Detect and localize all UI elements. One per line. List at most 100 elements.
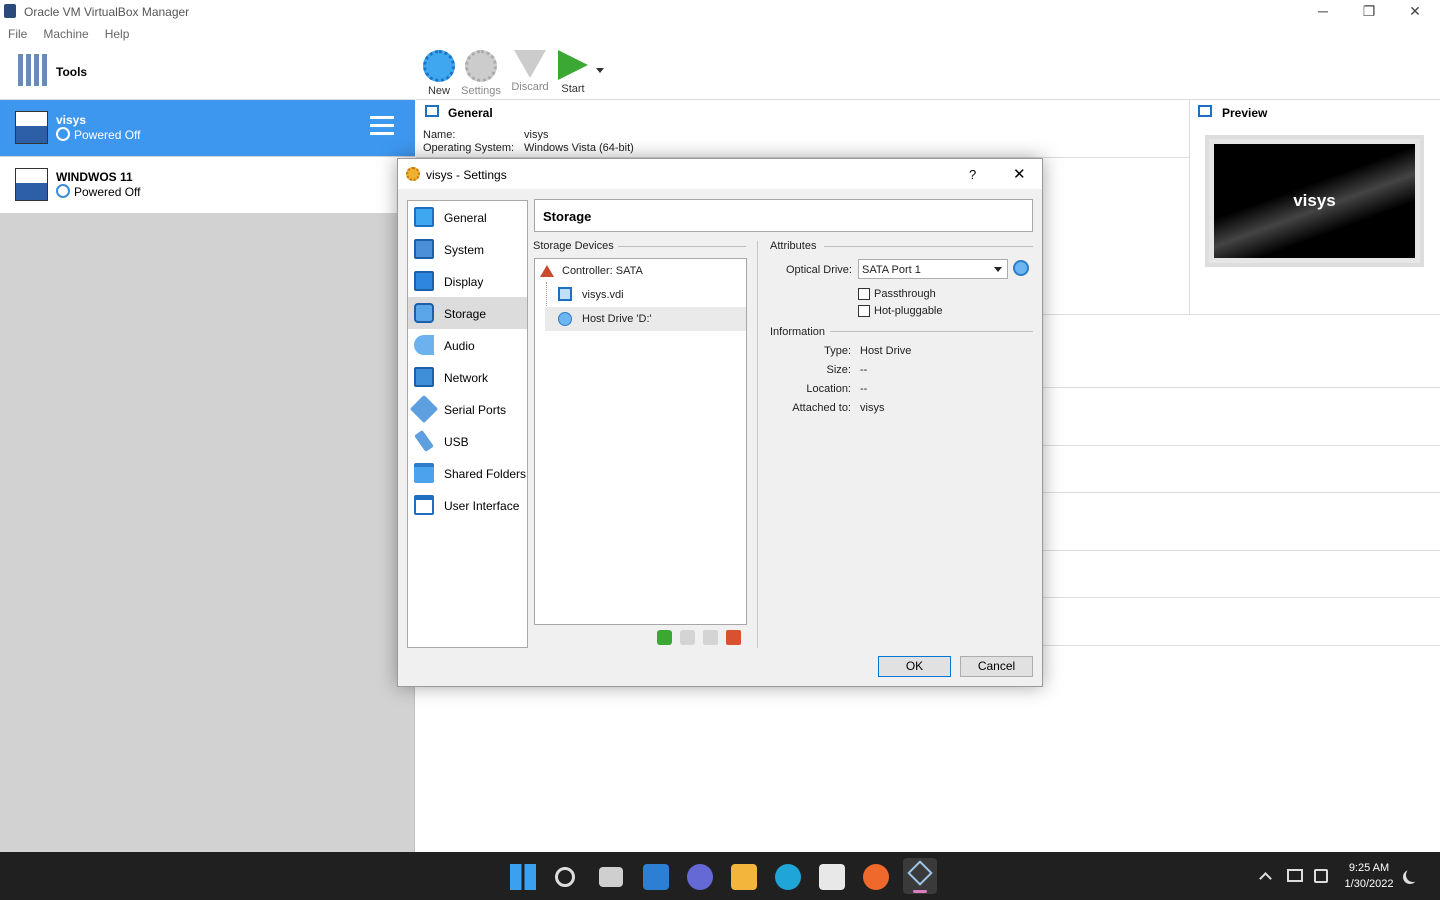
window-titlebar: Oracle VM VirtualBox Manager ─ ❐ ✕	[0, 0, 1440, 24]
settings-nav-list: General System Display Storage Audio Net…	[407, 200, 528, 648]
type-value: Host Drive	[860, 345, 912, 357]
nav-network[interactable]: Network	[408, 361, 527, 393]
vista-os-icon: 64 vista	[15, 111, 48, 144]
settings-gear-icon	[406, 167, 420, 181]
passthrough-label: Passthrough	[874, 288, 936, 300]
menu-file[interactable]: File	[0, 24, 35, 41]
cancel-button[interactable]: Cancel	[960, 656, 1033, 677]
general-icon	[414, 207, 434, 227]
edge-browser-icon[interactable]	[775, 864, 801, 890]
powered-off-icon	[56, 184, 70, 198]
general-section-title: General	[448, 106, 493, 120]
divider	[1043, 445, 1440, 446]
menu-bar: File Machine Help	[0, 24, 1440, 44]
vm-item-visys[interactable]: 64 vista visys Powered Off	[0, 100, 415, 156]
ok-button[interactable]: OK	[878, 656, 951, 677]
store-icon[interactable]	[819, 864, 845, 890]
vm-menu-icon[interactable]	[370, 116, 394, 138]
windows11-os-icon: 64 11	[15, 168, 48, 201]
menu-help[interactable]: Help	[97, 24, 138, 41]
usb-icon	[414, 429, 434, 453]
preview-section-title: Preview	[1222, 106, 1268, 120]
nav-general[interactable]: General	[408, 201, 527, 233]
window-title: Oracle VM VirtualBox Manager	[24, 5, 190, 19]
windows-start-icon[interactable]	[510, 864, 536, 890]
storage-tree: Controller: SATA visys.vdi Host Drive 'D…	[534, 258, 747, 625]
nav-system[interactable]: System	[408, 233, 527, 265]
virtualbox-taskbar-icon[interactable]	[903, 858, 937, 894]
tools-item[interactable]: Tools	[0, 44, 415, 100]
close-button[interactable]: ✕	[1392, 0, 1438, 24]
chat-icon[interactable]	[687, 864, 713, 890]
nav-audio[interactable]: Audio	[408, 329, 527, 361]
preview-section-icon	[1198, 105, 1212, 117]
powered-off-icon	[56, 127, 70, 141]
discard-button[interactable]: Discard	[507, 46, 553, 100]
discard-arrow-icon	[514, 50, 546, 78]
widgets-icon[interactable]	[643, 864, 669, 890]
dialog-close-button[interactable]: ✕	[1013, 165, 1026, 183]
remove-attachment-icon[interactable]	[703, 630, 718, 645]
divider	[1043, 387, 1440, 388]
new-button[interactable]: New	[416, 46, 462, 100]
nav-serial-ports[interactable]: Serial Ports	[408, 393, 527, 425]
storage-disk-icon	[414, 303, 434, 323]
start-dropdown-icon[interactable]	[596, 68, 604, 73]
divider	[1043, 597, 1440, 598]
vm-item-windows11[interactable]: 64 11 WINDWOS 11 Powered Off	[0, 157, 415, 213]
search-icon[interactable]	[555, 867, 575, 887]
settings-button[interactable]: Settings	[458, 46, 504, 100]
network-status-icon[interactable]	[1287, 869, 1303, 882]
nav-usb[interactable]: USB	[408, 425, 527, 457]
settings-dialog: visys - Settings ? ✕ General System Disp…	[397, 158, 1043, 687]
window-icon	[414, 495, 434, 515]
folder-icon	[414, 463, 434, 483]
add-controller-icon[interactable]	[657, 630, 672, 645]
add-attachment-icon[interactable]	[680, 630, 695, 645]
taskbar: 9:25 AM 1/30/2022	[0, 852, 1440, 900]
controller-icon	[540, 265, 554, 277]
task-view-icon[interactable]	[599, 867, 623, 887]
help-button[interactable]: ?	[969, 167, 976, 182]
tree-item-host-drive[interactable]: Host Drive 'D:'	[545, 307, 746, 331]
menu-machine[interactable]: Machine	[35, 24, 96, 41]
divider	[618, 246, 746, 247]
hot-pluggable-label: Hot-pluggable	[874, 305, 943, 317]
active-indicator	[913, 890, 927, 893]
start-button[interactable]: Start	[550, 46, 596, 100]
nav-display[interactable]: Display	[408, 265, 527, 297]
restore-button[interactable]: ❐	[1346, 0, 1392, 24]
size-label: Size:	[826, 364, 851, 376]
chevron-up-icon[interactable]	[1259, 872, 1272, 885]
remove-controller-icon[interactable]	[726, 630, 741, 645]
minimize-button[interactable]: ─	[1300, 0, 1346, 24]
hot-pluggable-checkbox[interactable]	[858, 305, 870, 317]
start-arrow-icon	[558, 50, 588, 80]
nav-storage[interactable]: Storage	[408, 297, 527, 329]
optical-drive-select[interactable]: SATA Port 1	[858, 259, 1008, 279]
optical-disc-icon	[558, 312, 572, 326]
divider	[1043, 645, 1440, 646]
clock-time[interactable]: 9:25 AM	[1340, 862, 1398, 874]
volume-icon[interactable]	[1314, 869, 1328, 883]
tree-item-disk[interactable]: visys.vdi	[535, 283, 746, 307]
clock-date[interactable]: 1/30/2022	[1336, 878, 1402, 890]
choose-disk-icon[interactable]	[1013, 260, 1029, 276]
passthrough-checkbox[interactable]	[858, 288, 870, 300]
attached-to-label: Attached to:	[792, 402, 851, 414]
vertical-splitter[interactable]	[757, 241, 758, 648]
tree-controller-sata[interactable]: Controller: SATA	[535, 260, 746, 282]
information-label: Information	[770, 326, 826, 338]
os-value: Windows Vista (64-bit)	[524, 142, 634, 154]
attached-to-value: visys	[860, 402, 885, 414]
divider	[830, 331, 1033, 332]
chevron-down-icon	[994, 267, 1002, 272]
vm-state: Powered Off	[74, 185, 141, 199]
firefox-icon[interactable]	[863, 864, 889, 890]
size-value: --	[860, 364, 868, 376]
file-explorer-icon[interactable]	[731, 864, 757, 890]
nav-shared-folders[interactable]: Shared Folders	[408, 457, 527, 489]
notification-moon-icon[interactable]	[1406, 868, 1420, 882]
nav-user-interface[interactable]: User Interface	[408, 489, 527, 521]
tools-icon	[18, 54, 48, 86]
